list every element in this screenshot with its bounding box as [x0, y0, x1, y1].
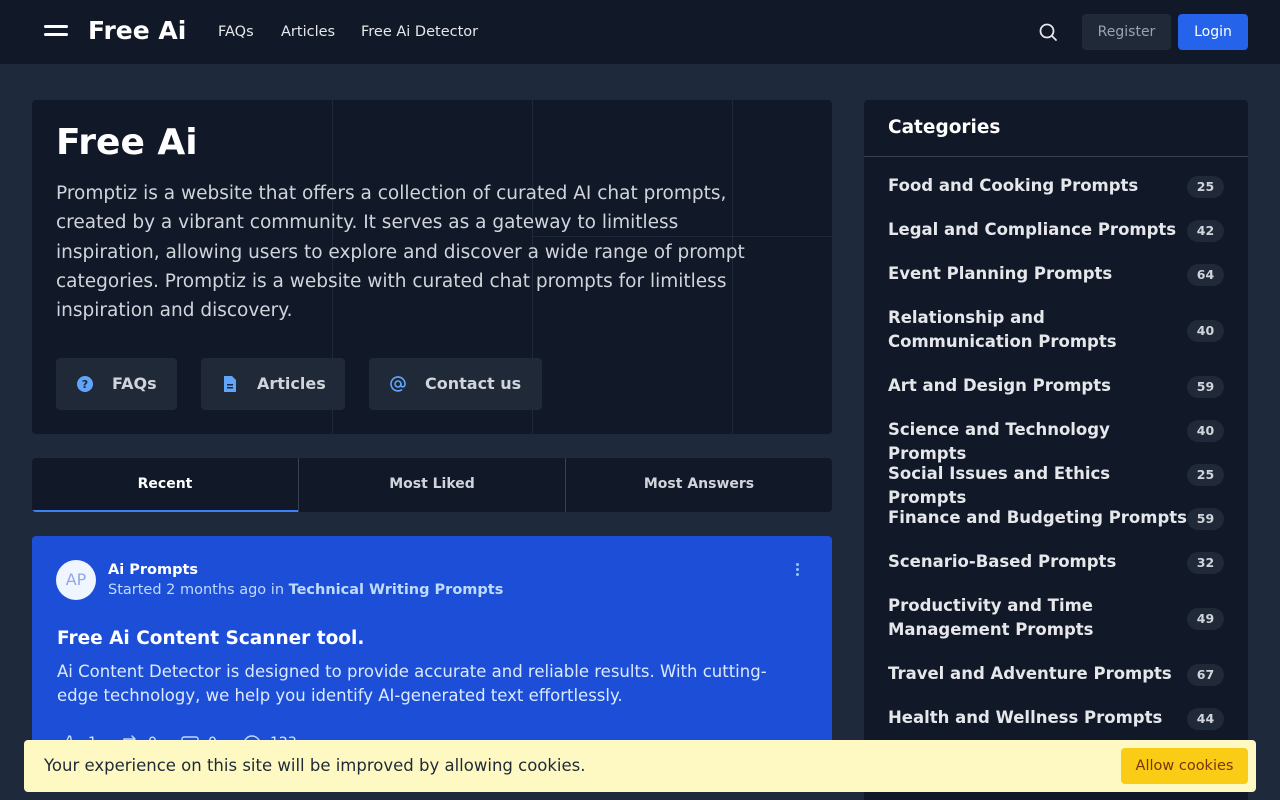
post-author[interactable]: Ai Prompts: [108, 561, 198, 579]
menu-icon[interactable]: [44, 24, 68, 40]
hero-description: Promptiz is a website that offers a coll…: [56, 183, 745, 322]
sidebar-title: Categories: [888, 117, 1001, 138]
articles-button-label: Articles: [257, 374, 326, 393]
category-name: Art and Design Prompts: [888, 376, 1111, 395]
category-count-badge: 64: [1187, 264, 1224, 286]
tab-most-answers[interactable]: Most Answers: [566, 458, 832, 512]
category-count-badge: 59: [1187, 376, 1224, 398]
hero-title: Free Ai: [56, 122, 198, 163]
category-count-badge: 25: [1187, 176, 1224, 198]
category-name: Productivity and Time Management Prompts: [888, 596, 1094, 639]
category-name: Event Planning Prompts: [888, 264, 1113, 283]
site-logo[interactable]: Free Ai: [88, 14, 186, 48]
category-name: Scenario-Based Prompts: [888, 552, 1117, 571]
category-name: Finance and Budgeting Prompts: [888, 508, 1187, 527]
hero-section: Free Ai Promptiz is a website that offer…: [32, 100, 832, 434]
post-excerpt: Ai Content Detector is designed to provi…: [57, 662, 767, 705]
category-name: Health and Wellness Prompts: [888, 708, 1163, 727]
login-button[interactable]: Login: [1178, 14, 1248, 50]
category-count-badge: 67: [1187, 664, 1224, 686]
post-filter-tabs: Recent Most Liked Most Answers: [32, 458, 832, 512]
category-count-badge: 40: [1187, 320, 1224, 342]
post-meta-text: Started 2 months ago in: [108, 582, 285, 598]
sidebar-header: Categories: [864, 100, 1248, 157]
post-category-link[interactable]: Technical Writing Prompts: [289, 582, 504, 598]
category-count-badge: 49: [1187, 608, 1224, 630]
question-circle-icon: ?: [76, 375, 94, 393]
search-icon[interactable]: [1036, 20, 1060, 44]
svg-text:?: ?: [82, 378, 88, 391]
faqs-button[interactable]: ? FAQs: [56, 358, 177, 410]
nav-link-faqs[interactable]: FAQs: [218, 22, 254, 42]
cookie-message: Your experience on this site will be imp…: [44, 756, 586, 775]
allow-cookies-button[interactable]: Allow cookies: [1121, 748, 1248, 784]
categories-sidebar: Categories Food and Cooking Prompts 25 L…: [864, 100, 1248, 800]
document-icon: [221, 375, 239, 393]
contact-us-button[interactable]: Contact us: [369, 358, 542, 410]
category-count-badge: 40: [1187, 420, 1224, 442]
contact-us-button-label: Contact us: [425, 374, 522, 393]
post-title[interactable]: Free Ai Content Scanner tool.: [57, 627, 364, 651]
faqs-button-label: FAQs: [112, 374, 157, 393]
category-count-badge: 32: [1187, 552, 1224, 574]
tab-most-liked[interactable]: Most Liked: [299, 458, 565, 512]
articles-button[interactable]: Articles: [201, 358, 345, 410]
register-button[interactable]: Register: [1082, 14, 1171, 50]
category-count-badge: 25: [1187, 464, 1224, 486]
category-name: Travel and Adventure Prompts: [888, 664, 1172, 683]
more-options-icon[interactable]: [792, 562, 804, 578]
nav-link-free-ai-detector[interactable]: Free Ai Detector: [361, 22, 478, 42]
nav-link-articles[interactable]: Articles: [281, 22, 335, 42]
post-meta: Started 2 months ago in Technical Writin…: [108, 581, 503, 599]
category-name: Science and Technology Prompts: [888, 420, 1110, 463]
category-name: Social Issues and Ethics Prompts: [888, 464, 1111, 507]
cookie-banner: Your experience on this site will be imp…: [24, 740, 1256, 792]
category-name: Relationship and Communication Prompts: [888, 308, 1117, 351]
category-count-badge: 59: [1187, 508, 1224, 530]
category-name: Food and Cooking Prompts: [888, 176, 1139, 195]
category-count-badge: 44: [1187, 708, 1224, 730]
category-name: Legal and Compliance Prompts: [888, 220, 1177, 239]
avatar[interactable]: AP: [56, 560, 96, 600]
at-sign-icon: [389, 375, 407, 393]
category-count-badge: 42: [1187, 220, 1224, 242]
tab-recent[interactable]: Recent: [32, 458, 298, 512]
top-navigation-bar: Free Ai FAQs Articles Free Ai Detector R…: [0, 0, 1280, 64]
